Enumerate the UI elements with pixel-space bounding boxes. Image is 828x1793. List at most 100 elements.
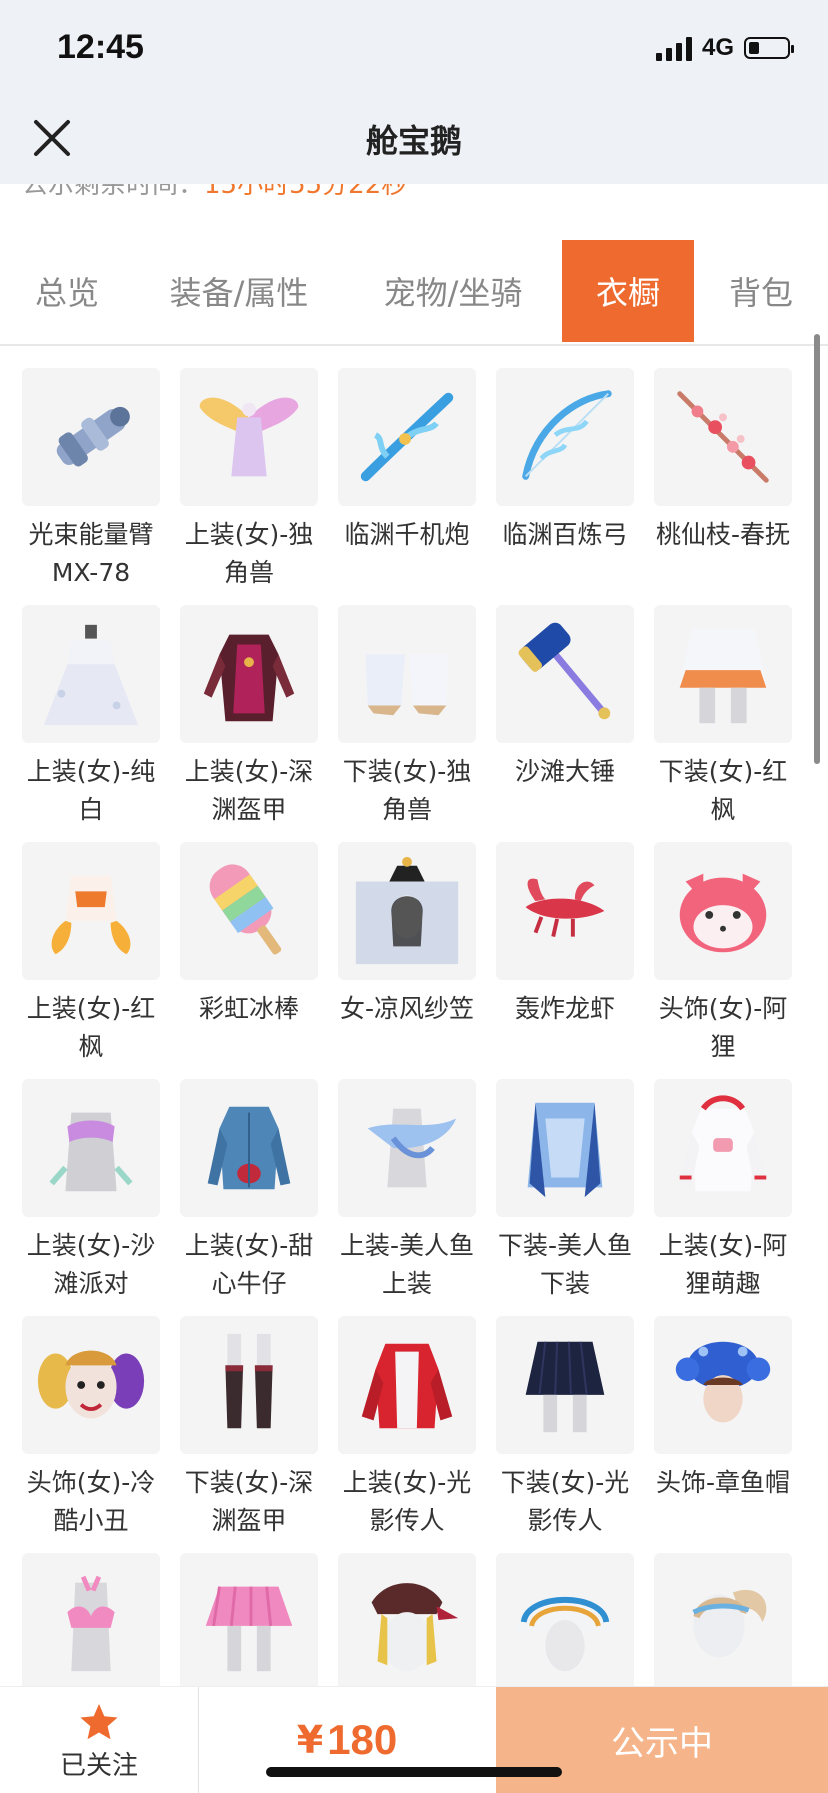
item-name: 上装(女)-沙滩派对 [26, 1231, 156, 1298]
publicity-status-button[interactable]: 公示中 [496, 1687, 828, 1793]
tab-overview[interactable]: 总览 [0, 240, 134, 342]
item-name: 上装(女)-光影传人 [342, 1468, 472, 1535]
item-name: 光束能量臂MX-78 [28, 520, 154, 587]
wardrobe-item[interactable]: 上装(女)-深渊盔甲 [180, 605, 338, 842]
item-thumbnail [22, 1079, 160, 1217]
unicorn-pants-icon [365, 654, 449, 716]
item-thumbnail [180, 605, 318, 743]
grid-row: 上装(女)-红枫 彩虹冰棒 女-凉风纱笠 轰炸龙虾 头饰(女)-阿狸 [22, 842, 812, 1079]
item-thumbnail [180, 1316, 318, 1454]
wardrobe-item[interactable]: 下装(女)-深渊盔甲 [180, 1316, 338, 1553]
wardrobe-item[interactable]: 头饰(女)-冷酷小丑 [22, 1316, 180, 1553]
tab-pets[interactable]: 宠物/坐骑 [344, 240, 562, 342]
item-name: 桃仙枝-春抚 [655, 520, 791, 549]
wardrobe-item[interactable]: 上装(女)-沙滩派对 [22, 1079, 180, 1316]
item-thumbnail [180, 1553, 318, 1691]
item-name: 轰炸龙虾 [514, 994, 615, 1023]
status-time: 12:45 [57, 28, 144, 66]
wardrobe-item[interactable]: 桃仙枝-春抚 [654, 368, 812, 605]
wardrobe-item[interactable]: 上装(女)-纯白 [22, 605, 180, 842]
item-thumbnail [496, 1316, 634, 1454]
wardrobe-item[interactable]: 上装(女)-红枫 [22, 842, 180, 1079]
rainbow-popsicle-icon [209, 864, 282, 955]
item-thumbnail [496, 368, 634, 506]
wardrobe-item[interactable]: 下装(女)-独角兽 [338, 605, 496, 842]
item-name: 下装(女)-独角兽 [342, 757, 472, 824]
item-name: 上装(女)-阿狸萌趣 [658, 1231, 788, 1298]
red-jacket-icon [361, 1343, 453, 1429]
item-name: 头饰-章鱼帽 [655, 1468, 791, 1497]
item-thumbnail [654, 1316, 792, 1454]
item-thumbnail [22, 1553, 160, 1691]
item-name: 上装(女)-甜心牛仔 [184, 1231, 314, 1298]
headdress-icon [515, 1594, 615, 1672]
tab-wardrobe[interactable]: 衣橱 [562, 240, 694, 342]
wardrobe-item[interactable]: 临渊百炼弓 [496, 368, 654, 605]
grid-row: 上装(女)-沙滩派对 上装(女)-甜心牛仔 上装-美人鱼上装 下装-美人鱼下装 … [22, 1079, 812, 1316]
wardrobe-item[interactable]: 头饰(女)-阿狸 [654, 842, 812, 1079]
tab-bar: 总览 装备/属性 宠物/坐骑 衣橱 背包 [0, 240, 828, 346]
wardrobe-item[interactable]: 下装-美人鱼下装 [496, 1079, 654, 1316]
signal-icon [655, 35, 692, 61]
wardrobe-item[interactable]: 下装(女)-红枫 [654, 605, 812, 842]
item-thumbnail [22, 605, 160, 743]
scrollbar[interactable] [814, 334, 820, 764]
battery-icon [744, 37, 794, 59]
item-name: 女-凉风纱笠 [339, 994, 475, 1023]
lobster-icon [525, 878, 605, 937]
network-type: 4G [701, 34, 734, 61]
item-thumbnail [338, 1316, 476, 1454]
item-thumbnail [338, 368, 476, 506]
item-thumbnail [496, 1079, 634, 1217]
item-name: 下装(女)-深渊盔甲 [184, 1468, 314, 1535]
clown-hair-icon [37, 1350, 145, 1419]
tab-backpack[interactable]: 背包 [694, 240, 828, 342]
abyss-boots-icon [225, 1333, 273, 1429]
item-thumbnail [338, 605, 476, 743]
top-bar: 12:45 4G 舱宝鹅 [0, 0, 828, 184]
wardrobe-item[interactable]: 下装(女)-光影传人 [496, 1316, 654, 1553]
item-name: 头饰(女)-阿狸 [658, 994, 788, 1061]
wardrobe-item[interactable]: 临渊千机炮 [338, 368, 496, 605]
tab-equipment[interactable]: 装备/属性 [134, 240, 344, 342]
ponytail-icon [692, 1589, 767, 1658]
grid-row: 头饰(女)-冷酷小丑 下装(女)-深渊盔甲 上装(女)-光影传人 下装(女)-光… [22, 1316, 812, 1553]
item-name: 下装(女)-红枫 [658, 757, 788, 824]
item-thumbnail [496, 842, 634, 980]
item-thumbnail [22, 1316, 160, 1454]
denim-jacket-icon [207, 1106, 291, 1190]
item-name: 彩虹冰棒 [198, 994, 299, 1023]
wardrobe-item[interactable]: 彩虹冰棒 [180, 842, 338, 1079]
wardrobe-item[interactable]: 光束能量臂MX-78 [22, 368, 180, 605]
price-value: 180 [327, 1716, 398, 1763]
wardrobe-item[interactable]: 女-凉风纱笠 [338, 842, 496, 1079]
item-thumbnail [496, 1553, 634, 1691]
item-thumbnail [654, 842, 792, 980]
wardrobe-item[interactable]: 上装(女)-甜心牛仔 [180, 1079, 338, 1316]
wardrobe-item[interactable]: 上装-美人鱼上装 [338, 1079, 496, 1316]
wardrobe-item[interactable]: 上装(女)-独角兽 [180, 368, 338, 605]
feather-hat-icon [371, 1583, 459, 1672]
currency-symbol: ¥ [296, 1718, 324, 1762]
item-name: 临渊百炼弓 [502, 520, 628, 549]
wardrobe-item[interactable]: 沙滩大锤 [496, 605, 654, 842]
blue-cannon-icon [360, 392, 454, 482]
wardrobe-item[interactable]: 轰炸龙虾 [496, 842, 654, 1079]
wardrobe-item[interactable]: 头饰-章鱼帽 [654, 1316, 812, 1553]
star-icon [80, 1704, 118, 1740]
item-thumbnail [180, 1079, 318, 1217]
wardrobe-item[interactable]: 上装(女)-阿狸萌趣 [654, 1079, 812, 1316]
item-name: 上装(女)-红枫 [26, 994, 156, 1061]
grid-row: 上装(女)-纯白 上装(女)-深渊盔甲 下装(女)-独角兽 沙滩大锤 下装(女)… [22, 605, 812, 842]
status-icons: 4G [655, 34, 794, 62]
follow-button[interactable]: 已关注 [0, 1687, 199, 1793]
beach-top-icon [49, 1112, 133, 1192]
price: ¥ 180 [198, 1687, 496, 1793]
item-name: 沙滩大锤 [514, 757, 615, 786]
octopus-hat-icon [675, 1341, 771, 1423]
grid-row: 光束能量臂MX-78 上装(女)-独角兽 临渊千机炮 临渊百炼弓 桃仙枝-春抚 [22, 368, 812, 605]
item-name: 临渊千机炮 [344, 520, 470, 549]
wardrobe-item[interactable]: 上装(女)-光影传人 [338, 1316, 496, 1553]
item-thumbnail [22, 368, 160, 506]
fox-hoodie-icon [679, 1095, 767, 1192]
